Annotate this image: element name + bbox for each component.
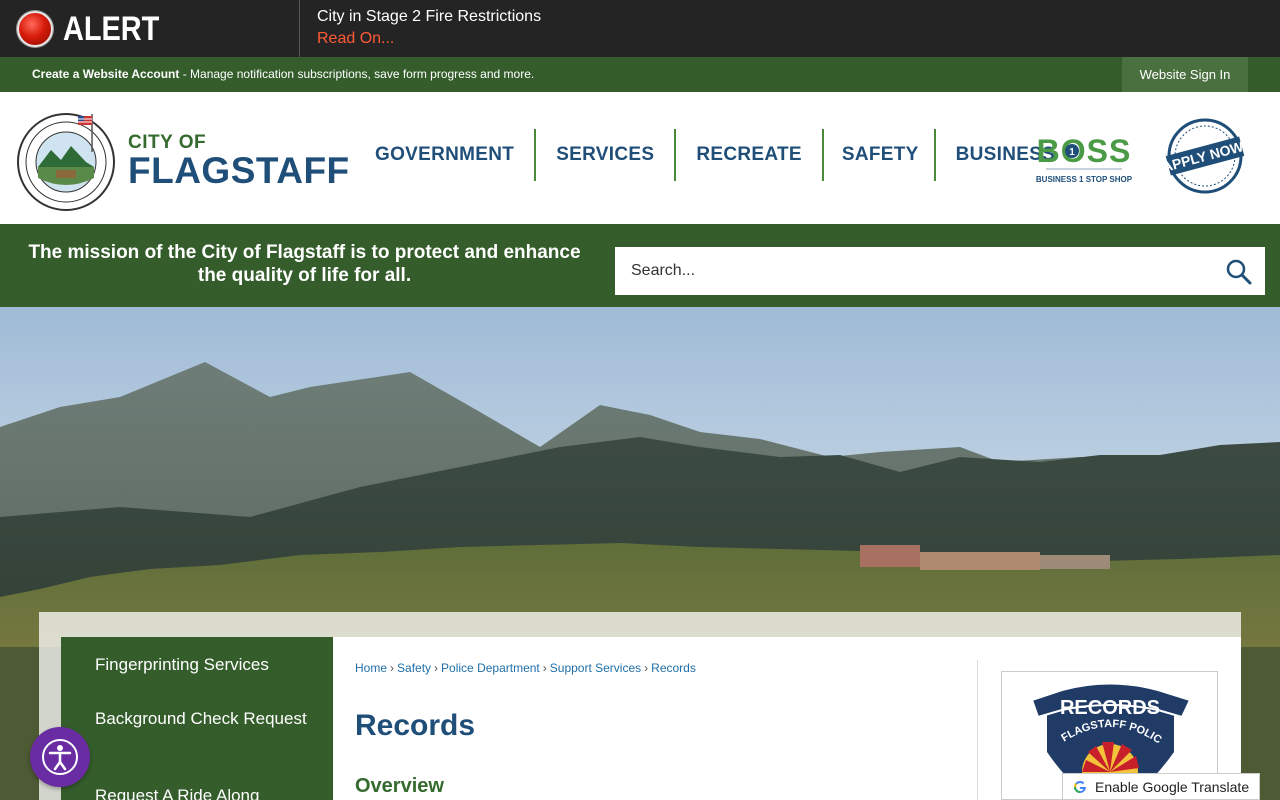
website-sign-in-button[interactable]: Website Sign In [1122,57,1248,92]
nav-services[interactable]: SERVICES [536,129,674,181]
breadcrumb: Home › Safety › Police Department › Support Se… [355,661,696,675]
section-heading-overview: Overview [355,775,444,797]
alert-bar: ALERT City in Stage 2 Fire Restrictions … [0,0,1280,57]
mission-search-bar: The mission of the City of Flagstaff is … [0,224,1280,307]
translate-label: Enable Google Translate [1095,778,1250,795]
alert-label: ALERT [63,10,160,48]
records-banner-text: RECORDS [1060,697,1160,719]
main-nav: GOVERNMENT SERVICES RECREATE SAFETY BUSI… [355,129,1075,181]
site-header: CITY OF FLAGSTAFF GOVERNMENT SERVICES RE… [0,92,1280,224]
alert-icon [17,11,53,47]
breadcrumb-home[interactable]: Home [355,661,387,675]
accessibility-button[interactable] [30,727,90,787]
nav-safety[interactable]: SAFETY [824,129,934,181]
account-description: - Manage notification subscriptions, sav… [179,67,535,81]
boss-logo-text: BOSS [1037,133,1132,169]
page-title: Records [355,709,476,742]
mission-statement: The mission of the City of Flagstaff is … [28,242,581,286]
nav-government[interactable]: GOVERNMENT [355,129,534,181]
alert-read-on-link[interactable]: Read On... [317,30,394,48]
alert-title[interactable]: City in Stage 2 Fire Restrictions [317,8,541,26]
side-navigation: Fingerprinting Services Background Check… [61,637,333,800]
account-message: Create a Website Account - Manage notifi… [32,67,534,81]
alert-label-block: ALERT [0,0,300,57]
search-input[interactable] [615,247,1265,295]
google-translate-button[interactable]: Enable Google Translate [1062,773,1260,800]
side-item-request-ride-along[interactable]: Request A Ride Along [95,783,315,800]
boss-logo-icon[interactable]: BOSS 1 BUSINESS 1 STOP SHOP [1034,132,1134,188]
svg-text:1: 1 [1069,147,1075,158]
account-bar: Create a Website Account - Manage notifi… [0,57,1280,92]
content-divider [977,660,978,800]
search-icon[interactable] [1226,259,1252,285]
apply-now-badge-icon[interactable]: APPLY NOW! [1163,118,1247,194]
nav-recreate[interactable]: RECREATE [676,129,822,181]
google-g-icon [1071,777,1089,796]
breadcrumb-support-services[interactable]: Support Services [550,661,641,675]
breadcrumb-records[interactable]: Records [651,661,696,675]
logo-city-name[interactable]: FLAGSTAFF [128,150,350,192]
side-item-fingerprinting-services[interactable]: Fingerprinting Services [95,652,315,677]
breadcrumb-safety[interactable]: Safety [397,661,431,675]
city-seal-icon[interactable] [16,112,116,212]
boss-logo-subtitle: BUSINESS 1 STOP SHOP [1036,175,1133,184]
accessibility-person-icon [42,739,78,775]
breadcrumb-police-department[interactable]: Police Department [441,661,540,675]
side-item-background-check-request[interactable]: Background Check Request [95,706,315,731]
create-account-link[interactable]: Create a Website Account [32,67,179,81]
